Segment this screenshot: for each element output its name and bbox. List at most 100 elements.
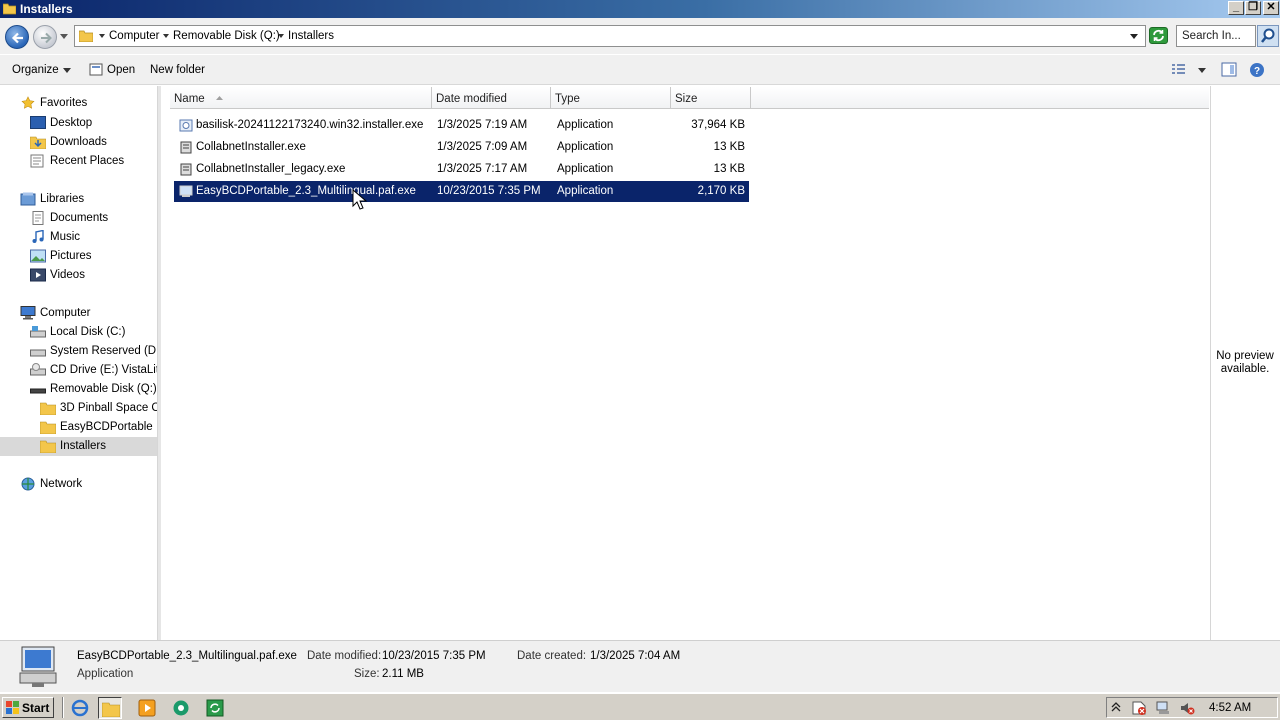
- nav-videos[interactable]: Videos: [30, 266, 157, 285]
- refresh-button[interactable]: [1149, 27, 1168, 44]
- browser-icon[interactable]: [172, 699, 190, 717]
- nav-pictures[interactable]: Pictures: [30, 247, 157, 266]
- media-player-icon[interactable]: [138, 699, 156, 717]
- removable-disk-icon: [30, 388, 46, 394]
- mouse-cursor-icon: [352, 189, 368, 210]
- open-button[interactable]: Open: [107, 64, 135, 76]
- address-row: Computer Removable Disk (Q:) Installers …: [0, 18, 1280, 54]
- column-header-type[interactable]: Type: [551, 87, 671, 109]
- view-options-icon[interactable]: [1170, 63, 1186, 77]
- refresh-icon: [1153, 29, 1164, 42]
- command-bar: Organize Open New folder ?: [0, 55, 1280, 85]
- column-header-size[interactable]: Size: [671, 87, 751, 109]
- folder-icon: [79, 30, 93, 42]
- network-icon: [21, 477, 35, 491]
- music-icon: [32, 230, 44, 243]
- details-date-created-label: Date created:: [517, 650, 587, 662]
- preview-pane-icon[interactable]: [1221, 62, 1237, 77]
- preview-pane: No preview available.: [1210, 86, 1280, 640]
- organize-button[interactable]: Organize: [12, 64, 59, 76]
- back-button[interactable]: [5, 25, 29, 49]
- system-tray: [1106, 697, 1278, 718]
- nav-favorites[interactable]: Favorites: [20, 94, 157, 113]
- title-bar: Installers _ ❐ ✕: [0, 0, 1280, 18]
- nav-removable-disk-q[interactable]: Removable Disk (Q:): [30, 380, 157, 399]
- folder-icon: [3, 3, 16, 15]
- start-button[interactable]: Start: [2, 697, 54, 718]
- nav-local-disk-c[interactable]: Local Disk (C:): [30, 323, 157, 342]
- close-button[interactable]: ✕: [1263, 1, 1279, 15]
- window-title: Installers: [20, 2, 73, 16]
- details-date-modified: 10/23/2015 7:35 PM: [382, 650, 486, 662]
- network-status-icon[interactable]: [1155, 700, 1171, 716]
- minimize-button[interactable]: _: [1228, 1, 1244, 15]
- pictures-icon: [30, 249, 46, 263]
- organize-dropdown-icon[interactable]: [63, 68, 71, 73]
- folder-icon: [102, 702, 120, 717]
- column-header-date-modified[interactable]: Date modified: [432, 87, 551, 109]
- nav-network[interactable]: Network: [20, 475, 157, 494]
- action-center-icon[interactable]: [1131, 700, 1147, 716]
- recent-places-icon: [30, 154, 44, 168]
- installer-icon: [179, 119, 193, 132]
- breadcrumb-installers[interactable]: Installers: [288, 30, 334, 42]
- nav-system-reserved-d[interactable]: System Reserved (D:): [30, 342, 157, 361]
- documents-icon: [32, 211, 44, 225]
- open-icon[interactable]: [89, 62, 103, 77]
- file-list: Name Date modified Type Size basilisk-20…: [161, 86, 1210, 640]
- breadcrumb-separator-icon[interactable]: [163, 34, 169, 38]
- nav-downloads[interactable]: Downloads: [30, 133, 157, 152]
- folder-icon: [40, 402, 56, 415]
- address-history-dropdown[interactable]: [1130, 34, 1138, 39]
- search-button[interactable]: [1257, 25, 1279, 47]
- file-row[interactable]: CollabnetInstaller.exe 1/3/2025 7:09 AM …: [174, 137, 749, 158]
- nav-folder-3d-pinball[interactable]: 3D Pinball Space Cadet: [40, 399, 157, 418]
- taskbar-explorer-button[interactable]: [98, 697, 122, 719]
- recent-pages-dropdown[interactable]: [60, 34, 68, 40]
- breadcrumb-removable-disk[interactable]: Removable Disk (Q:): [173, 30, 280, 42]
- column-header-empty: [751, 87, 1209, 109]
- forward-button[interactable]: [33, 25, 57, 49]
- search-input[interactable]: Search In...: [1176, 25, 1256, 47]
- volume-muted-icon[interactable]: [1179, 700, 1195, 716]
- nav-desktop[interactable]: Desktop: [30, 114, 157, 133]
- file-row[interactable]: basilisk-20241122173240.win32.installer.…: [174, 115, 749, 136]
- nav-cd-drive-e[interactable]: CD Drive (E:) VistaLite: [30, 361, 157, 380]
- nav-libraries[interactable]: Libraries: [20, 190, 157, 209]
- downloads-folder-icon: [30, 136, 46, 149]
- help-icon[interactable]: ?: [1249, 62, 1265, 78]
- breadcrumb-computer[interactable]: Computer: [109, 30, 160, 42]
- internet-explorer-icon[interactable]: [71, 699, 89, 717]
- breadcrumb-separator-icon[interactable]: [278, 34, 284, 38]
- nav-folder-easybcdportable[interactable]: EasyBCDPortable: [40, 418, 157, 437]
- address-bar[interactable]: Computer Removable Disk (Q:) Installers: [74, 25, 1146, 47]
- desktop-icon: [30, 116, 46, 129]
- show-hidden-icons-icon[interactable]: [1111, 701, 1121, 713]
- taskbar-clock[interactable]: 4:52 AM: [1209, 702, 1251, 714]
- restore-button[interactable]: ❐: [1245, 1, 1261, 15]
- preview-message: No preview available.: [1216, 350, 1274, 375]
- hard-drive-icon: [30, 326, 46, 338]
- application-icon: [180, 141, 192, 154]
- breadcrumb-separator-icon[interactable]: [99, 34, 105, 38]
- arrow-right-icon: [41, 32, 52, 44]
- new-folder-button[interactable]: New folder: [150, 64, 205, 76]
- details-date-created: 1/3/2025 7:04 AM: [590, 650, 681, 662]
- sort-ascending-icon: [216, 96, 223, 100]
- cd-drive-icon: [30, 363, 46, 376]
- nav-documents[interactable]: Documents: [30, 209, 157, 228]
- column-header-name[interactable]: Name: [170, 87, 432, 109]
- file-row-selected[interactable]: EasyBCDPortable_2.3_Multilingual.paf.exe…: [174, 181, 749, 202]
- nav-recent-places[interactable]: Recent Places: [30, 152, 157, 171]
- details-date-modified-label: Date modified:: [307, 650, 382, 662]
- nav-music[interactable]: Music: [30, 228, 157, 247]
- views-dropdown-icon[interactable]: [1198, 68, 1206, 73]
- nav-folder-installers[interactable]: Installers: [0, 437, 157, 456]
- application-large-icon: [19, 646, 57, 687]
- sync-app-icon[interactable]: [206, 699, 224, 717]
- folder-icon: [40, 440, 56, 453]
- file-row[interactable]: CollabnetInstaller_legacy.exe 1/3/2025 7…: [174, 159, 749, 180]
- details-size-label: Size:: [354, 668, 380, 680]
- arrow-left-icon: [11, 32, 23, 44]
- nav-computer[interactable]: Computer: [20, 304, 157, 323]
